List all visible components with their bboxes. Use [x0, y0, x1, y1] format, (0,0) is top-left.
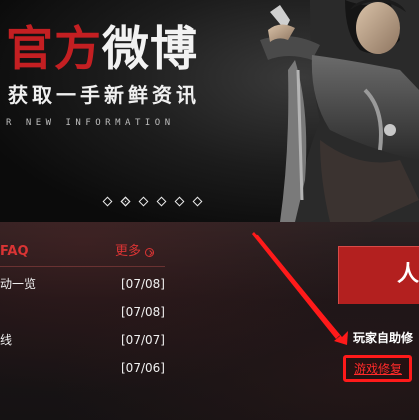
faq-divider: [0, 266, 165, 267]
carousel-dot-active[interactable]: [120, 196, 131, 207]
faq-item-date: [07/06]: [121, 361, 165, 375]
content-panel: FAQ 更多 动一览 [07/08] [07/08] 线 [07/07] [07…: [0, 222, 419, 420]
faq-item-title: 动一览: [0, 277, 37, 291]
carousel-dot[interactable]: [192, 196, 203, 207]
carousel-dot[interactable]: [156, 196, 167, 207]
annotation-arrow-icon: [252, 232, 348, 345]
carousel-dot[interactable]: [174, 196, 185, 207]
banner-title-official: 官方: [6, 22, 102, 77]
faq-more-label: 更多: [115, 244, 142, 259]
faq-item-title: 线: [0, 333, 13, 347]
promo-button-text: 人: [397, 262, 419, 287]
faq-more-link[interactable]: 更多: [115, 243, 155, 261]
carousel-dot[interactable]: [138, 196, 149, 207]
faq-item[interactable]: 动一览 [07/08]: [0, 275, 170, 293]
self-repair-label: 玩家自助修: [353, 331, 414, 345]
carousel-dot[interactable]: [102, 196, 113, 207]
weibo-banner[interactable]: 官方微博 获取一手新鲜资讯 R NEW INFORMATION: [0, 0, 419, 222]
promo-button[interactable]: 人: [338, 246, 419, 304]
banner-title: 官方微博: [6, 20, 198, 80]
faq-item-date: [07/08]: [121, 305, 165, 319]
faq-item-date: [07/08]: [121, 277, 165, 291]
game-repair-label: 游戏修复: [354, 362, 403, 376]
faq-title: FAQ: [0, 244, 29, 259]
banner-tagline: R NEW INFORMATION: [6, 118, 175, 128]
game-character-artwork: [260, 0, 419, 222]
faq-item[interactable]: [07/08]: [0, 303, 170, 321]
banner-title-weibo: 微博: [102, 22, 198, 77]
faq-item-date: [07/07]: [121, 333, 165, 347]
chevron-right-icon: [145, 247, 155, 257]
banner-subtitle: 获取一手新鲜资讯: [8, 83, 200, 107]
faq-item[interactable]: [07/06]: [0, 359, 170, 377]
faq-item[interactable]: 线 [07/07]: [0, 331, 170, 349]
game-repair-button[interactable]: 游戏修复: [343, 355, 412, 382]
carousel-dots: [102, 196, 203, 207]
